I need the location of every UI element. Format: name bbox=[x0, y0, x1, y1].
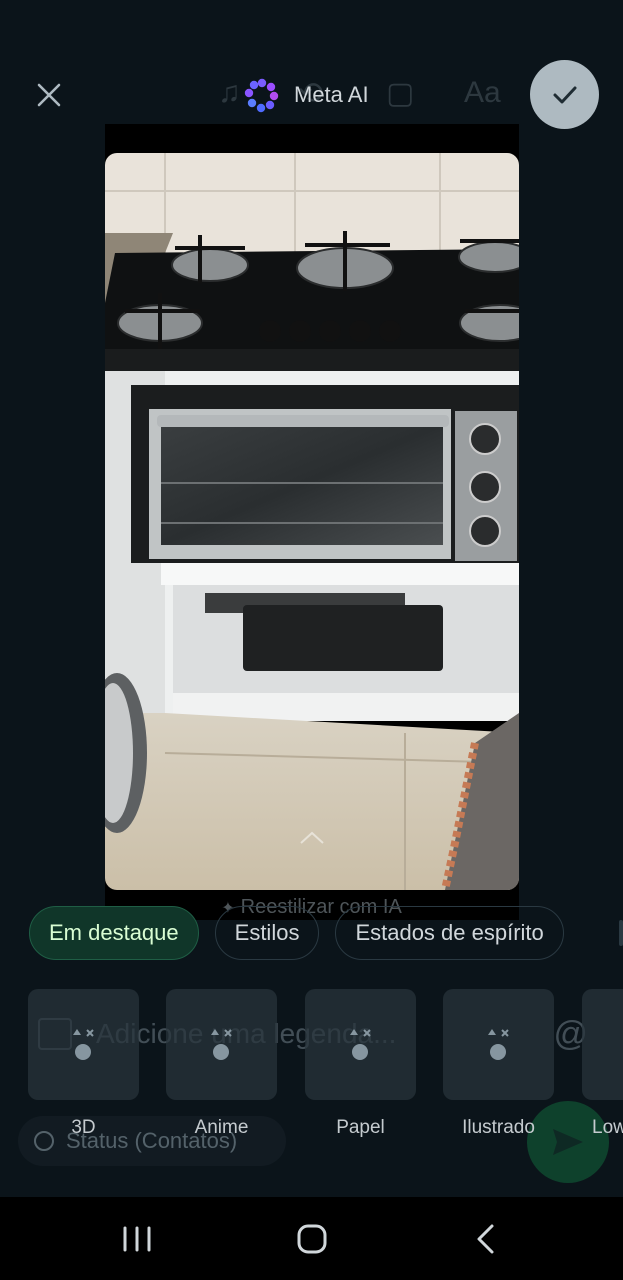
chip-overflow-edge bbox=[619, 920, 623, 946]
chip-estilos[interactable]: Estilos bbox=[214, 906, 320, 960]
style-tile-papel[interactable]: Papel bbox=[305, 989, 416, 1138]
meta-ai-ring-icon bbox=[244, 78, 279, 113]
chip-estados-de-espirito[interactable]: Estados de espírito bbox=[335, 906, 564, 960]
checkmark-icon bbox=[553, 86, 576, 103]
shapes-placeholder-icon bbox=[211, 1029, 232, 1060]
cooktop-oven-photo bbox=[105, 153, 519, 890]
shapes-placeholder-icon bbox=[73, 1029, 94, 1060]
shapes-placeholder-icon bbox=[350, 1029, 371, 1060]
back-icon bbox=[477, 1224, 494, 1254]
style-tile-thumbnail bbox=[443, 989, 554, 1100]
recents-icon bbox=[123, 1226, 151, 1252]
style-tile-label: Papel bbox=[336, 1117, 385, 1138]
text-tool-label: Aa bbox=[464, 76, 501, 109]
style-tile-thumbnail bbox=[305, 989, 416, 1100]
music-icon: ♫ bbox=[218, 76, 241, 109]
back-button[interactable] bbox=[456, 1219, 516, 1259]
style-tile-label: Low bbox=[592, 1117, 623, 1138]
style-tile-ilustrado[interactable]: Ilustrado bbox=[443, 989, 554, 1138]
chip-em-destaque[interactable]: Em destaque bbox=[29, 906, 199, 960]
style-tile-label: 3D bbox=[71, 1117, 96, 1138]
meta-ai-label: Meta AI bbox=[294, 82, 369, 107]
recents-button[interactable] bbox=[107, 1219, 167, 1259]
sticker-icon: ▢ bbox=[386, 77, 415, 110]
style-tile-anime[interactable]: Anime bbox=[166, 989, 277, 1138]
style-tile-low[interactable]: Low bbox=[582, 989, 623, 1138]
system-navigation-bar bbox=[0, 1197, 623, 1280]
style-tile-thumbnail bbox=[582, 989, 623, 1100]
home-button[interactable] bbox=[282, 1219, 342, 1259]
close-icon bbox=[37, 83, 61, 107]
photo-preview[interactable] bbox=[105, 153, 519, 890]
style-tile-thumbnail bbox=[166, 989, 277, 1100]
style-tile-label: Anime bbox=[194, 1117, 249, 1138]
shapes-placeholder-icon bbox=[488, 1029, 509, 1060]
style-tiles-row: 3D Anime Papel Ilustrado Low bbox=[28, 989, 623, 1149]
restyle-category-chips: Em destaque Estilos Estados de espírito bbox=[29, 906, 564, 960]
style-tile-label: Ilustrado bbox=[462, 1117, 535, 1138]
confirm-button[interactable] bbox=[530, 60, 599, 129]
home-icon bbox=[297, 1224, 327, 1254]
meta-ai-button[interactable]: Meta AI bbox=[244, 74, 369, 116]
style-tile-thumbnail bbox=[28, 989, 139, 1100]
close-button[interactable] bbox=[28, 74, 70, 116]
style-tile-3d[interactable]: 3D bbox=[28, 989, 139, 1138]
